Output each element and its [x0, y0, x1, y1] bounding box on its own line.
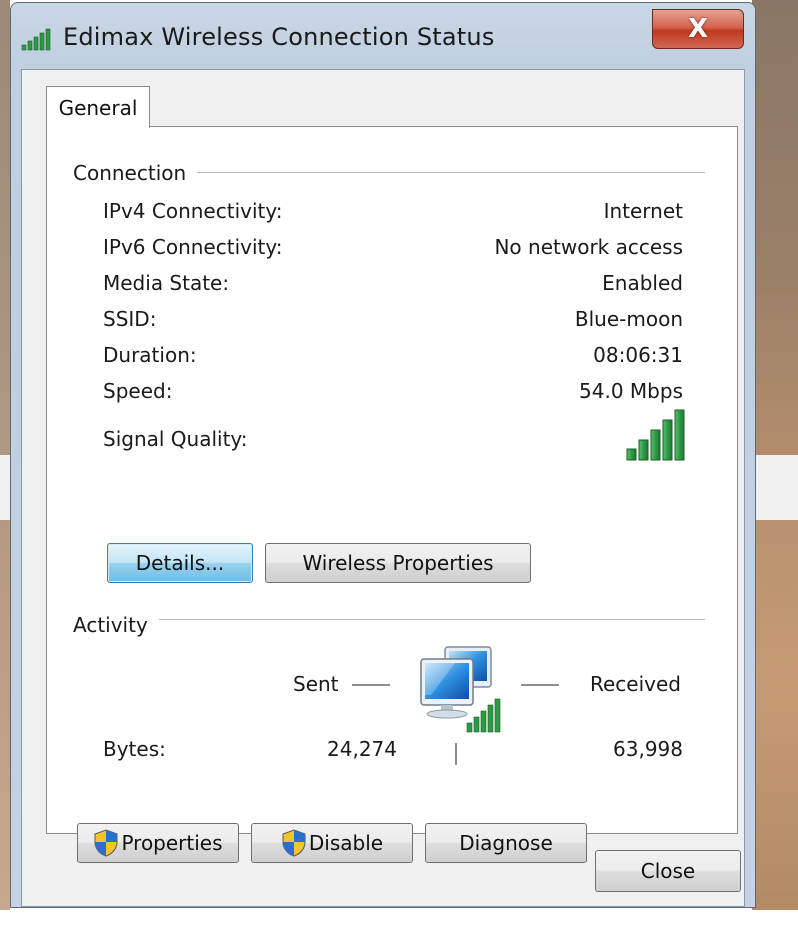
network-computers-icon: [415, 645, 515, 739]
ssid-label: SSID:: [103, 307, 157, 331]
media-state-label: Media State:: [103, 271, 230, 295]
properties-button[interactable]: Properties: [77, 823, 239, 863]
activity-separator: [455, 743, 457, 765]
status-dialog: Edimax Wireless Connection Status X Gene…: [10, 2, 756, 908]
activity-group-label: Activity: [73, 613, 148, 637]
bytes-sent-value: 24,274: [327, 737, 397, 761]
bytes-received-value: 63,998: [613, 737, 683, 761]
ssid-value: Blue-moon: [574, 307, 683, 331]
duration-value: 08:06:31: [593, 343, 683, 367]
window-close-button[interactable]: X: [652, 9, 744, 49]
ipv6-label: IPv6 Connectivity:: [103, 235, 283, 259]
wireless-properties-button[interactable]: Wireless Properties: [265, 543, 531, 583]
received-label: Received: [590, 672, 681, 696]
desktop-background-left: [0, 0, 10, 910]
title-bar[interactable]: Edimax Wireless Connection Status X: [11, 3, 755, 65]
ipv4-label: IPv4 Connectivity:: [103, 199, 283, 223]
bytes-label: Bytes:: [103, 737, 166, 761]
sent-dash: [352, 684, 390, 686]
details-button[interactable]: Details...: [107, 543, 253, 583]
wireless-signal-icon: [21, 27, 55, 51]
close-button[interactable]: Close: [595, 850, 741, 892]
uac-shield-icon: [93, 829, 119, 857]
duration-label: Duration:: [103, 343, 197, 367]
ipv4-value: Internet: [603, 199, 683, 223]
diagnose-button[interactable]: Diagnose: [425, 823, 587, 863]
connection-group-label: Connection: [73, 161, 187, 185]
tab-general[interactable]: General: [46, 86, 150, 128]
received-dash: [521, 684, 559, 686]
signal-quality-label: Signal Quality:: [103, 427, 248, 451]
disable-button-label: Disable: [308, 831, 384, 855]
general-tab-panel: Connection IPv4 Connectivity: Internet I…: [46, 126, 738, 863]
properties-button-label: Properties: [121, 831, 223, 855]
sent-label: Sent: [293, 672, 339, 696]
speed-value: 54.0 Mbps: [579, 379, 683, 403]
speed-label: Speed:: [103, 379, 173, 403]
media-state-value: Enabled: [602, 271, 683, 295]
uac-shield-icon: [281, 829, 307, 857]
connection-divider: [197, 172, 705, 173]
desktop-background-right: [752, 0, 798, 910]
ipv6-value: No network access: [494, 235, 683, 259]
activity-divider: [159, 619, 705, 620]
dialog-client-area: General Connection IPv4 Connectivity: In…: [21, 69, 745, 907]
window-title: Edimax Wireless Connection Status: [63, 23, 495, 51]
signal-strength-icon: [625, 409, 687, 465]
disable-button[interactable]: Disable: [251, 823, 413, 863]
